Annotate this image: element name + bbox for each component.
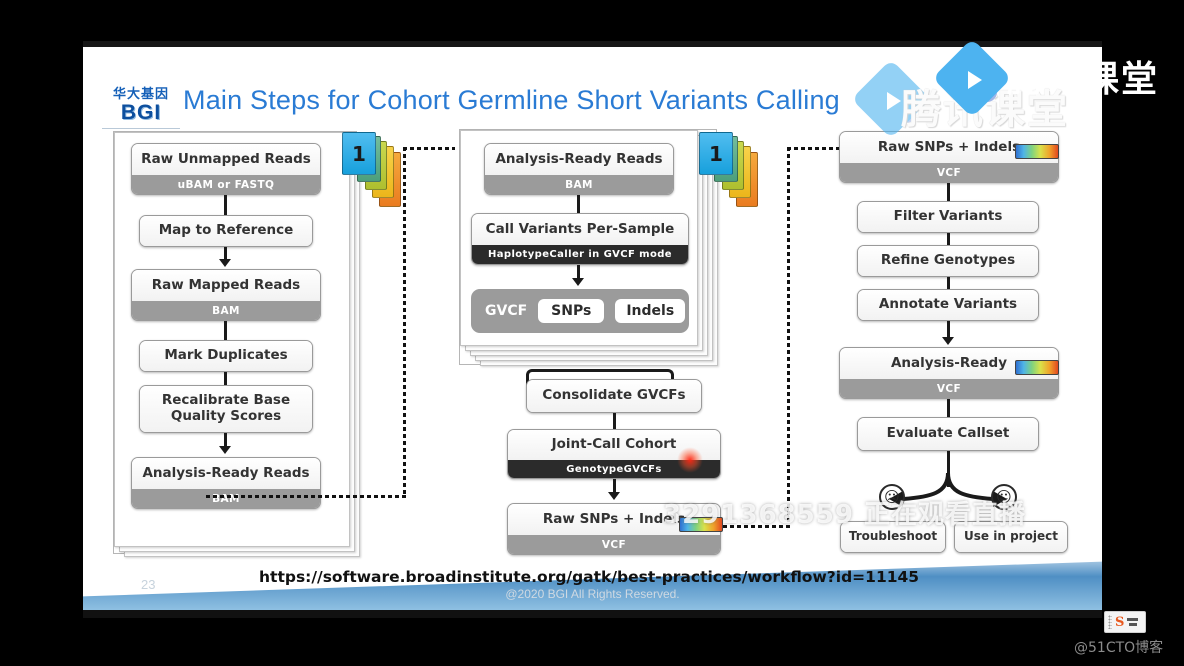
- node-title: Analysis-Ready Reads: [132, 458, 320, 489]
- vcf-gradient-chip: [1015, 360, 1059, 375]
- arrow-shaft: [224, 372, 227, 385]
- node-title: Consolidate GVCFs: [527, 380, 701, 412]
- sogou-icon[interactable]: S: [1115, 615, 1124, 630]
- node-subtitle: uBAM or FASTQ: [132, 175, 320, 194]
- node-analysis-ready-reads-stage2[interactable]: Analysis-Ready Reads BAM: [484, 143, 674, 195]
- stage2-index-tabs: 1: [699, 132, 769, 212]
- brand-logo-base: [870, 93, 916, 123]
- keyboard-icon[interactable]: [1127, 618, 1139, 626]
- node-subtitle: VCF: [840, 163, 1058, 182]
- node-title: Analysis-Ready Reads: [485, 144, 673, 175]
- arrow-shaft: [613, 413, 616, 429]
- node-mark-duplicates[interactable]: Mark Duplicates: [139, 340, 313, 372]
- node-call-variants-per-sample[interactable]: Call Variants Per-Sample HaplotypeCaller…: [471, 213, 689, 265]
- arrow-shaft: [577, 195, 580, 213]
- play-triangle-icon: [887, 92, 901, 110]
- node-map-to-reference[interactable]: Map to Reference: [139, 215, 313, 247]
- presentation-slide: 华大基因 BGI Main Steps for Cohort Germline …: [83, 47, 1102, 610]
- node-title: Filter Variants: [858, 202, 1038, 232]
- brand-logo-cap: [851, 59, 931, 139]
- node-raw-mapped-reads[interactable]: Raw Mapped Reads BAM: [131, 269, 321, 321]
- click-highlight-marker: [677, 447, 703, 473]
- arrow-shaft: [613, 479, 616, 493]
- page-title: Main Steps for Cohort Germline Short Var…: [183, 85, 840, 115]
- node-title: Map to Reference: [140, 216, 312, 246]
- bgi-logo-latin: BGI: [120, 101, 162, 124]
- node-analysis-ready-reads-stage1[interactable]: Analysis-Ready Reads BAM: [131, 457, 321, 509]
- node-subtitle: BAM: [485, 175, 673, 194]
- node-title: Evaluate Callset: [858, 418, 1038, 450]
- node-evaluate-callset[interactable]: Evaluate Callset: [857, 417, 1039, 451]
- brand-logo-outer-text: 腾讯课堂: [1007, 59, 1160, 100]
- connector-2to3-top: [787, 147, 839, 150]
- arrow-head: [608, 492, 620, 500]
- stage1-index-tabs: 1: [342, 132, 412, 212]
- node-annotate-variants[interactable]: Annotate Variants: [857, 289, 1039, 321]
- node-title: Raw Mapped Reads: [132, 270, 320, 301]
- connector-1to2-riser: [403, 147, 406, 498]
- node-title: Use in project: [955, 522, 1067, 552]
- player-bottom-edge: [83, 610, 1102, 618]
- chip-indels[interactable]: Indels: [615, 299, 686, 323]
- arrow-shaft: [947, 233, 950, 245]
- arrow-shaft: [224, 321, 227, 340]
- connector-1to2-bottom: [206, 495, 406, 498]
- vcf-gradient-chip: [1015, 144, 1059, 159]
- arrow-shaft: [224, 195, 227, 215]
- bgi-logo-chinese: 华大基因: [112, 87, 169, 102]
- bgi-logo-rule: [102, 128, 180, 129]
- video-player-frame: 华大基因 BGI Main Steps for Cohort Germline …: [0, 0, 1184, 666]
- node-title: Raw Unmapped Reads: [132, 144, 320, 175]
- connector-2to3-bottom: [723, 525, 790, 528]
- player-left-edge: [60, 41, 83, 610]
- arrow-shaft: [947, 399, 950, 417]
- brand-logo-watermark-inner: [851, 59, 981, 141]
- arrow-shaft: [577, 265, 580, 279]
- node-recalibrate-base-quality-scores[interactable]: Recalibrate Base Quality Scores: [139, 385, 313, 433]
- node-subtitle: HaplotypeCaller in GVCF mode: [472, 245, 688, 264]
- arrow-shaft: [947, 277, 950, 289]
- index-tab-blue: 1: [699, 132, 733, 175]
- connector-1to2-top: [403, 147, 455, 150]
- arrow-head: [219, 259, 231, 267]
- ime-indicator[interactable]: S: [1104, 611, 1146, 633]
- gvcf-output-group: GVCF SNPs Indels: [471, 289, 689, 333]
- node-filter-variants[interactable]: Filter Variants: [857, 201, 1039, 233]
- connector-2to3-riser: [787, 147, 790, 528]
- chip-snps[interactable]: SNPs: [538, 299, 605, 323]
- node-use-in-project[interactable]: Use in project: [954, 521, 1068, 553]
- copyright-notice: @2020 BGI All Rights Reserved.: [505, 587, 680, 601]
- node-subtitle: BAM: [132, 301, 320, 320]
- vcf-gradient-chip: [679, 517, 723, 532]
- arrow-shaft: [947, 321, 950, 338]
- node-consolidate-gvcfs[interactable]: Consolidate GVCFs: [526, 379, 702, 413]
- node-title: Troubleshoot: [841, 522, 945, 552]
- node-subtitle: BAM: [132, 489, 320, 508]
- arrow-head: [572, 278, 584, 286]
- node-title: Mark Duplicates: [140, 341, 312, 371]
- node-title: Annotate Variants: [858, 290, 1038, 320]
- sad-face-icon: ☹: [879, 484, 905, 510]
- arrow-head: [942, 337, 954, 345]
- arrow-head: [219, 446, 231, 454]
- node-title: Call Variants Per-Sample: [472, 214, 688, 245]
- arrow-shaft: [947, 183, 950, 201]
- ime-drag-handle[interactable]: [1108, 615, 1112, 629]
- node-subtitle: VCF: [840, 379, 1058, 398]
- source-url[interactable]: https://software.broadinstitute.org/gatk…: [259, 568, 919, 586]
- node-title: Refine Genotypes: [858, 246, 1038, 276]
- happy-face-icon: ☺: [991, 484, 1017, 510]
- gvcf-label: GVCF: [485, 303, 528, 319]
- arrow-shaft: [224, 433, 227, 447]
- node-troubleshoot[interactable]: Troubleshoot: [840, 521, 946, 553]
- index-tab-blue: 1: [342, 132, 376, 175]
- node-raw-unmapped-reads[interactable]: Raw Unmapped Reads uBAM or FASTQ: [131, 143, 321, 195]
- node-refine-genotypes[interactable]: Refine Genotypes: [857, 245, 1039, 277]
- blogger-watermark: @51CTO博客: [1074, 640, 1164, 656]
- node-subtitle: VCF: [508, 535, 720, 554]
- bgi-logo: 华大基因 BGI: [100, 87, 182, 129]
- node-title: Recalibrate Base Quality Scores: [140, 386, 312, 432]
